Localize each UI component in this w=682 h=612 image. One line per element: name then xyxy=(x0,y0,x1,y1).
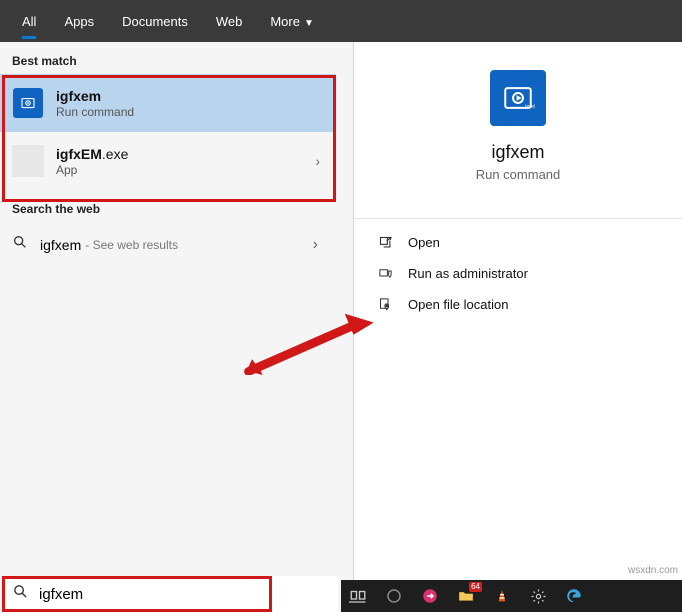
intel-graphics-large-icon: intel xyxy=(490,70,546,126)
details-title: igfxem xyxy=(354,142,682,163)
tab-all[interactable]: All xyxy=(8,4,50,38)
chevron-right-icon: › xyxy=(313,236,318,254)
tab-more[interactable]: More▼ xyxy=(256,4,328,38)
vlc-icon[interactable] xyxy=(491,585,513,607)
notification-badge: 64 xyxy=(469,582,482,592)
settings-icon[interactable] xyxy=(527,585,549,607)
action-open[interactable]: Open xyxy=(354,227,682,258)
admin-shield-icon xyxy=(376,266,394,281)
details-panel: intel igfxem Run command Open Run as adm… xyxy=(354,42,682,580)
tab-web[interactable]: Web xyxy=(202,4,257,38)
watermark-text: wsxdn.com xyxy=(628,565,678,576)
result-igfxem-run-command[interactable]: igfxem Run command xyxy=(0,74,336,132)
app-placeholder-icon xyxy=(12,145,44,177)
details-type: Run command xyxy=(354,167,682,182)
tab-apps[interactable]: Apps xyxy=(50,4,108,38)
divider-line xyxy=(354,218,682,219)
edge-browser-icon[interactable] xyxy=(563,585,585,607)
result-title: igfxEM xyxy=(56,146,102,162)
search-input[interactable] xyxy=(39,586,239,603)
open-icon xyxy=(376,235,394,250)
tab-documents[interactable]: Documents xyxy=(108,4,202,38)
intel-graphics-icon xyxy=(12,87,44,119)
search-web-label: Search the web xyxy=(0,190,336,222)
action-open-file-location[interactable]: Open file location xyxy=(354,289,682,320)
search-filter-tabs: All Apps Documents Web More▼ xyxy=(0,0,682,42)
action-run-as-admin[interactable]: Run as administrator xyxy=(354,258,682,289)
folder-location-icon xyxy=(376,297,394,312)
web-term: igfxem xyxy=(40,237,81,253)
result-title: igfxem xyxy=(56,88,101,104)
search-icon xyxy=(12,234,28,255)
best-match-label: Best match xyxy=(0,42,336,74)
result-igfxem-exe[interactable]: igfxEM.exe App › xyxy=(0,132,336,190)
chevron-right-icon: › xyxy=(315,153,320,169)
cortana-icon[interactable] xyxy=(383,585,405,607)
search-bar xyxy=(2,576,338,612)
task-view-icon[interactable] xyxy=(347,585,369,607)
file-explorer-icon[interactable]: 64 xyxy=(455,585,477,607)
search-icon xyxy=(12,583,29,605)
svg-text:intel: intel xyxy=(525,104,535,110)
results-panel: Best match igfxem Run command igfxEM.exe… xyxy=(0,42,336,580)
result-subtitle: App xyxy=(56,163,128,177)
web-search-result[interactable]: igfxem - See web results › xyxy=(0,222,336,267)
chevron-down-icon: ▼ xyxy=(304,18,314,29)
web-suffix: - See web results xyxy=(85,238,178,252)
app-icon-pink[interactable] xyxy=(419,585,441,607)
result-subtitle: Run command xyxy=(56,105,134,119)
taskbar: 64 xyxy=(341,580,682,612)
